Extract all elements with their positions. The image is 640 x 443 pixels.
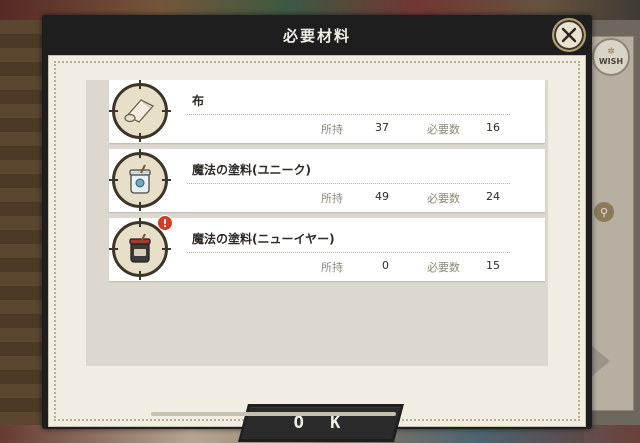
required-value: 15: [486, 259, 500, 272]
cloth-roll-icon: [124, 99, 155, 123]
material-icon-frame: [109, 149, 171, 211]
wish-button[interactable]: ✲ WISH: [592, 38, 630, 76]
owned-value: 49: [375, 190, 389, 203]
alert-badge: !: [157, 215, 173, 231]
material-row[interactable]: 魔法の塗料(ユニーク) 所持 49 必要数 24: [109, 149, 545, 212]
ok-button[interactable]: O K: [238, 404, 404, 442]
material-name: 魔法の塗料(ニューイヤー): [192, 232, 335, 246]
material-icon-frame: [109, 80, 171, 142]
close-icon: [561, 27, 577, 43]
material-name: 布: [192, 94, 205, 108]
paint-jar-dark-icon: [129, 233, 151, 263]
required-label: 必要数: [427, 261, 460, 274]
dialog-paper: 布 所持 37 必要数 16 魔法の塗料(ユニーク) 所持 49 必要数 24 …: [48, 55, 586, 442]
owned-value: 0: [382, 259, 389, 272]
magnifier-icon[interactable]: ⚲: [594, 202, 614, 222]
background-right-panel: [584, 20, 640, 443]
wish-label: WISH: [598, 57, 624, 66]
dialog-title: 必要材料: [282, 26, 351, 45]
paint-jar-icon: [129, 164, 151, 194]
row-divider: [187, 252, 510, 253]
material-row[interactable]: 布 所持 37 必要数 16: [109, 80, 545, 143]
ok-label: O K: [293, 413, 349, 433]
material-row[interactable]: ! 魔法の塗料(ニューイヤー) 所持 0 必要数 15: [109, 215, 545, 281]
required-label: 必要数: [427, 123, 460, 136]
owned-label: 所持: [321, 261, 343, 274]
sparkle-icon: ✲: [607, 47, 615, 57]
required-value: 24: [486, 190, 500, 203]
owned-label: 所持: [321, 192, 343, 205]
row-divider: [187, 114, 510, 115]
row-divider: [187, 183, 510, 184]
materials-list[interactable]: 布 所持 37 必要数 16 魔法の塗料(ユニーク) 所持 49 必要数 24 …: [86, 80, 548, 366]
background-left-wall: [0, 20, 44, 443]
owned-value: 37: [375, 121, 389, 134]
material-name: 魔法の塗料(ユニーク): [192, 163, 311, 177]
close-button[interactable]: [552, 18, 586, 52]
bottom-scroll-handle[interactable]: [151, 412, 396, 416]
required-materials-dialog: 必要材料 布 所持 37 必要数 16 魔法の塗料(ユニーク) 所持 49 必要…: [42, 15, 592, 442]
required-value: 16: [486, 121, 500, 134]
owned-label: 所持: [321, 123, 343, 136]
required-label: 必要数: [427, 192, 460, 205]
